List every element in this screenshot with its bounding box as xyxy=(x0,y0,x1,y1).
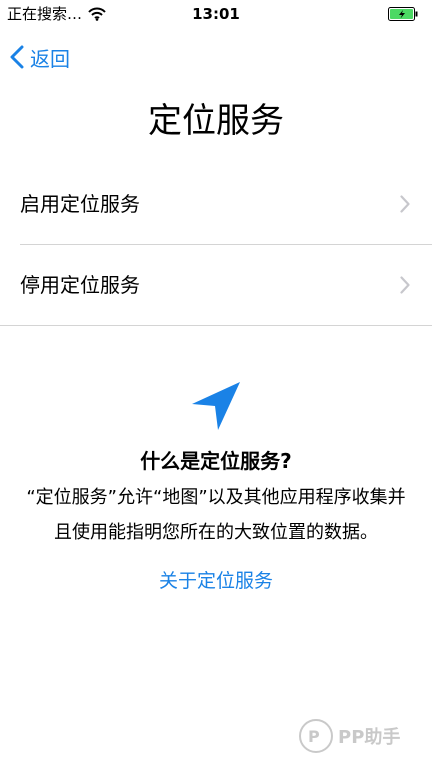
chevron-left-icon xyxy=(10,45,24,69)
enable-location-label: 启用定位服务 xyxy=(20,192,140,216)
info-title: 什么是定位服务? xyxy=(140,449,292,473)
page-title: 定位服务 xyxy=(148,101,284,141)
svg-text:P: P xyxy=(308,727,320,746)
location-options-list: 启用定位服务 停用定位服务 xyxy=(0,164,432,326)
location-arrow-icon xyxy=(192,382,240,430)
back-label: 返回 xyxy=(30,46,70,71)
location-info: 什么是定位服务? “定位服务”允许“地图”以及其他应用程序收集并且使用能指明您所… xyxy=(0,378,432,596)
back-button[interactable]: 返回 xyxy=(10,40,70,74)
disable-location-label: 停用定位服务 xyxy=(20,273,140,297)
enable-location-option[interactable]: 启用定位服务 xyxy=(20,164,432,245)
chevron-right-icon xyxy=(400,195,410,213)
about-location-link[interactable]: 关于定位服务 xyxy=(0,566,432,596)
svg-text:PP助手: PP助手 xyxy=(338,726,400,748)
pp-assistant-watermark-logo: P PP助手 xyxy=(299,719,400,753)
status-time: 13:01 xyxy=(192,5,240,23)
info-description: “定位服务”允许“地图”以及其他应用程序收集并且使用能指明您所在的大致位置的数据… xyxy=(26,487,406,543)
battery-charging-icon xyxy=(388,7,418,21)
disable-location-option[interactable]: 停用定位服务 xyxy=(0,245,432,326)
status-bar: 正在搜索… 13:01 xyxy=(0,0,432,28)
chevron-right-icon xyxy=(400,276,410,294)
